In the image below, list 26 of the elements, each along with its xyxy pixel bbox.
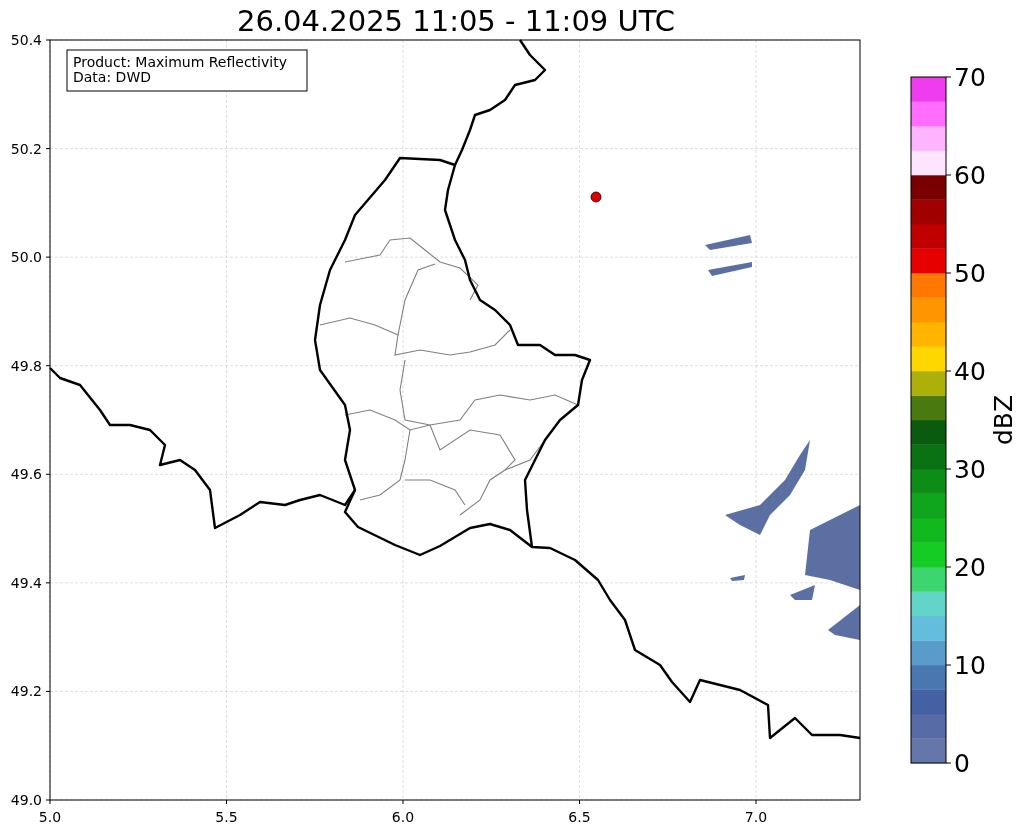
info-text: Product: Maximum Reflectivity [73,54,287,70]
location-marker [590,191,602,203]
figure-title: 26.04.2025 11:05 - 11:09 UTC [237,4,675,38]
colorbar-tick-label: 60 [954,161,986,190]
info-text: Data: DWD [73,69,151,85]
x-tick-label: 6.5 [568,809,591,825]
colorbar-tick-label: 10 [954,651,986,680]
y-tick-label: 50.4 [10,32,42,48]
colorbar-tick-label: 50 [954,259,986,288]
colorbar-tick-label: 70 [954,63,986,92]
y-tick-label: 49.8 [10,357,42,374]
colorbar-tick-label: 20 [954,553,986,582]
colorbar-tick-label: 0 [954,749,970,778]
colorbar-label: dBZ [989,394,1018,446]
colorbar-tick-label: 40 [954,357,986,386]
x-tick-label: 5.0 [38,809,62,825]
y-tick-label: 50.0 [10,249,42,266]
x-tick-label: 7.0 [744,809,768,825]
y-tick-label: 49.2 [10,683,42,700]
y-tick-label: 50.2 [10,140,42,157]
x-tick-label: 6.0 [391,809,415,825]
x-tick-label: 5.5 [215,809,238,825]
colorbar-tick-label: 30 [954,455,986,484]
y-tick-label: 49.6 [10,466,42,483]
y-tick-label: 49.4 [10,574,42,591]
y-tick-label: 49.0 [10,792,42,808]
